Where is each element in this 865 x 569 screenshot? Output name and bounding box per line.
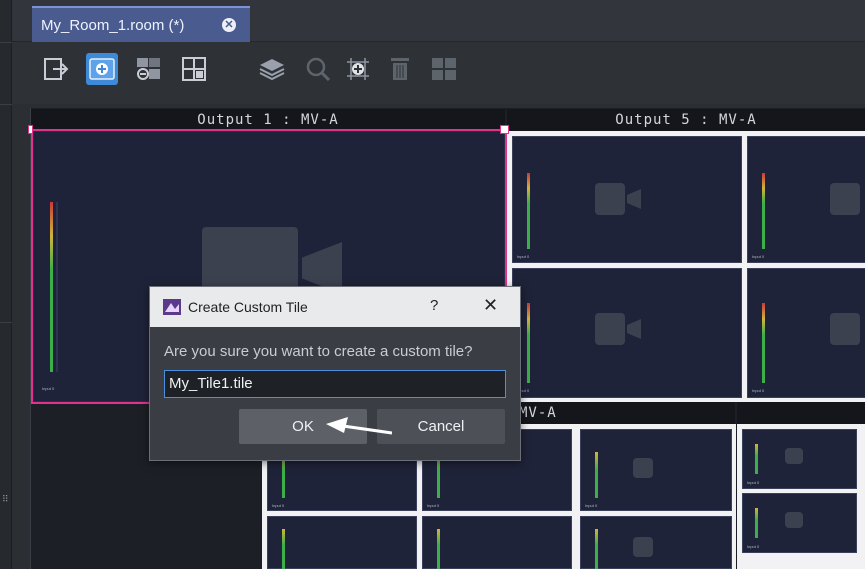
tab-label: My_Room_1.room (*) bbox=[41, 16, 185, 34]
grid-button[interactable] bbox=[178, 53, 210, 85]
output-header: MV-A bbox=[507, 402, 735, 424]
video-tile[interactable]: Input 0 bbox=[512, 136, 742, 263]
video-tile[interactable]: Input 0 bbox=[580, 429, 732, 511]
video-tile[interactable]: Input 0 bbox=[747, 136, 865, 263]
tile-name-input[interactable]: My_Tile1.tile bbox=[164, 370, 506, 398]
tab-bar: My_Room_1.room (*) ✕ bbox=[12, 0, 865, 42]
audio-meter bbox=[50, 202, 53, 372]
cancel-button[interactable]: Cancel bbox=[377, 409, 505, 444]
video-tile[interactable] bbox=[422, 516, 572, 569]
add-tile-icon bbox=[89, 58, 115, 80]
link-button[interactable] bbox=[132, 53, 164, 85]
video-tile[interactable]: Input 0 bbox=[512, 268, 742, 398]
resize-handle[interactable] bbox=[500, 125, 509, 134]
link-icon bbox=[137, 58, 160, 80]
video-tile[interactable]: Input 0 bbox=[742, 493, 857, 553]
layout-icon bbox=[432, 58, 456, 80]
video-tile[interactable]: Input 0 bbox=[747, 268, 865, 398]
layers-button[interactable] bbox=[256, 53, 288, 85]
app-icon bbox=[163, 299, 181, 315]
left-panel-strip: ⠿ bbox=[0, 0, 12, 569]
help-button[interactable]: ? bbox=[430, 297, 438, 314]
trash-button[interactable] bbox=[384, 53, 416, 85]
annotation-arrow-icon bbox=[326, 417, 392, 435]
custom-tile-button[interactable] bbox=[342, 53, 374, 85]
dialog-title: Create Custom Tile bbox=[188, 299, 308, 315]
dialog-question: Are you sure you want to create a custom… bbox=[164, 343, 473, 360]
video-tile[interactable] bbox=[267, 516, 417, 569]
output-header: Output 1 : MV-A bbox=[31, 109, 505, 131]
toolbar bbox=[12, 42, 865, 104]
zoom-icon bbox=[306, 57, 331, 82]
drag-grip-icon[interactable]: ⠿ bbox=[2, 496, 10, 508]
video-tile[interactable] bbox=[580, 516, 732, 569]
tab-room-file[interactable]: My_Room_1.room (*) ✕ bbox=[32, 6, 250, 42]
close-icon[interactable]: ✕ bbox=[483, 295, 498, 316]
tile-label: Input 0 bbox=[42, 386, 55, 391]
video-tile[interactable]: Input 0 bbox=[742, 429, 857, 489]
dialog-titlebar: Create Custom Tile ? ✕ bbox=[150, 287, 520, 327]
output-header: Output 5 : MV-A bbox=[507, 109, 865, 131]
room-editor-window: ⠿ My_Room_1.room (*) ✕ Output 1: MV-A O… bbox=[0, 0, 865, 569]
grid-icon bbox=[182, 57, 206, 81]
layout-button[interactable] bbox=[428, 53, 460, 85]
zoom-button[interactable] bbox=[302, 53, 334, 85]
layers-icon bbox=[259, 59, 285, 81]
trash-icon bbox=[391, 58, 409, 80]
exit-button[interactable] bbox=[40, 53, 72, 85]
output-header bbox=[737, 402, 865, 424]
exit-icon bbox=[44, 58, 69, 80]
add-tile-button[interactable] bbox=[86, 53, 118, 85]
custom-tile-icon bbox=[347, 58, 369, 80]
resize-handle[interactable] bbox=[28, 125, 33, 134]
close-circle-icon[interactable]: ✕ bbox=[222, 18, 236, 32]
